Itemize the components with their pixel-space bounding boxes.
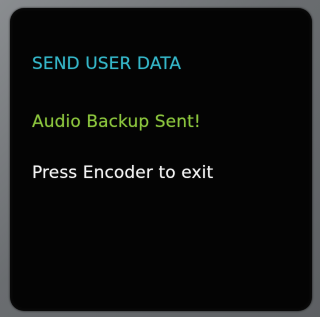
- device-bezel: SEND USER DATA Audio Backup Sent! Press …: [0, 0, 320, 317]
- exit-instruction: Press Encoder to exit: [32, 163, 214, 183]
- status-message: Audio Backup Sent!: [32, 112, 201, 132]
- display-screen: SEND USER DATA Audio Backup Sent! Press …: [10, 8, 312, 311]
- screen-title: SEND USER DATA: [32, 54, 182, 74]
